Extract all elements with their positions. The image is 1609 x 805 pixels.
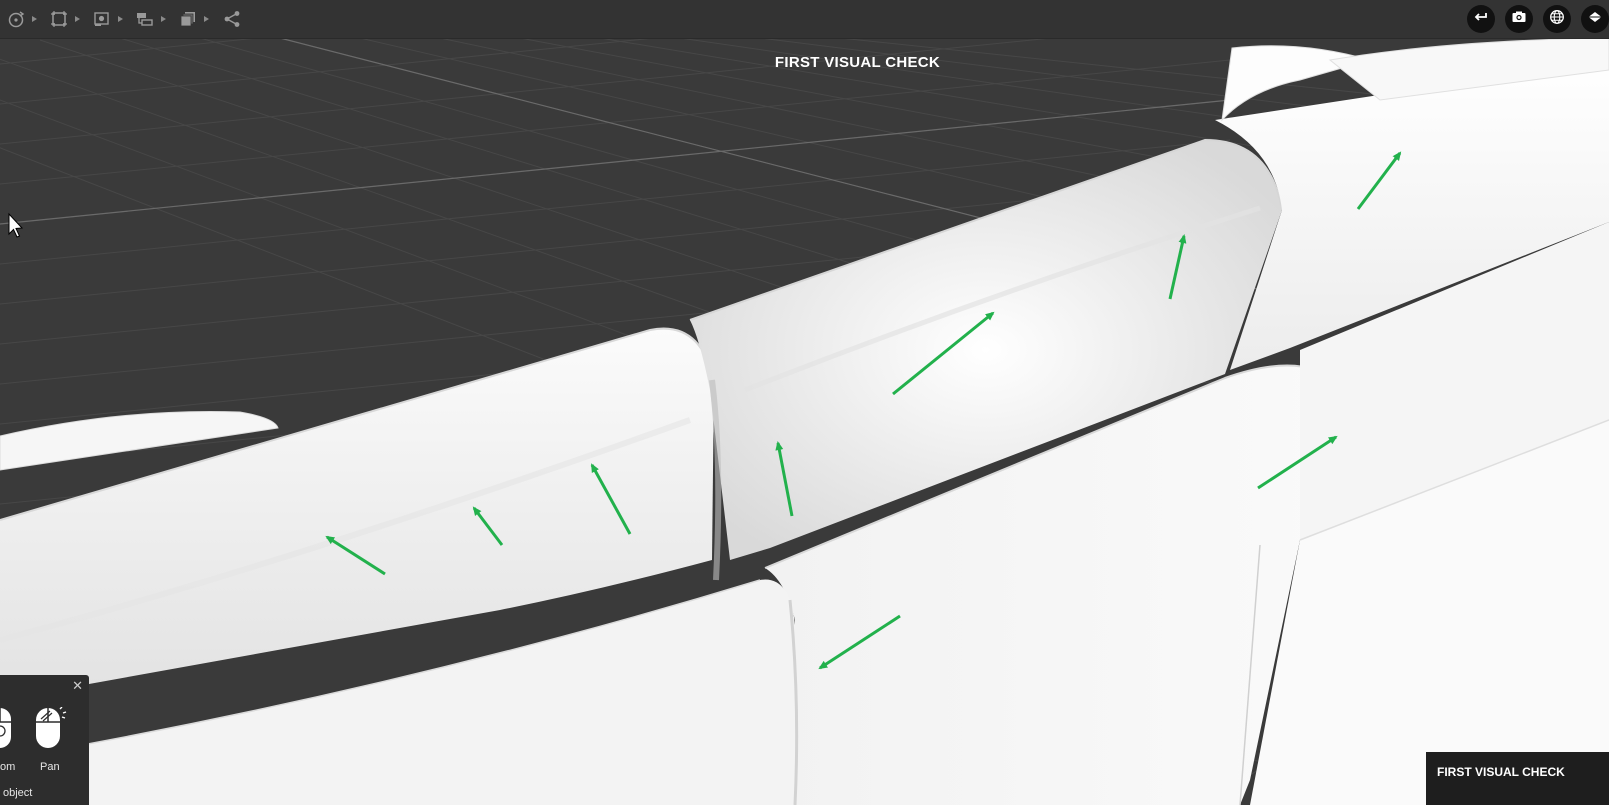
share-tool[interactable]	[222, 9, 242, 29]
globe-icon	[1549, 9, 1565, 30]
top-toolbar	[0, 0, 1609, 39]
scene-canvas	[0, 38, 1609, 805]
close-icon[interactable]: ✕	[72, 678, 83, 694]
ground-plane-icon	[1587, 9, 1603, 30]
screenshot-button[interactable]	[1505, 5, 1533, 33]
controls-help-panel: ✕ om Pan object	[0, 675, 89, 805]
frame-tool[interactable]	[49, 9, 80, 29]
frame-menu-caret[interactable]	[75, 16, 80, 22]
3d-viewport[interactable]	[0, 38, 1609, 805]
camera-menu-caret[interactable]	[118, 16, 123, 22]
mouse-zoom-icon	[0, 707, 12, 754]
hierarchy-tool[interactable]	[135, 9, 166, 29]
share-icon[interactable]	[222, 9, 242, 29]
orbit-tool[interactable]	[6, 9, 37, 29]
environment-button[interactable]	[1543, 5, 1571, 33]
status-label: FIRST VISUAL CHECK	[1437, 765, 1565, 779]
mouse-pan-icon	[35, 706, 67, 754]
scene-title: FIRST VISUAL CHECK	[774, 54, 941, 71]
view-mode-button[interactable]	[1581, 5, 1609, 33]
orbit-icon[interactable]	[6, 9, 26, 29]
hierarchy-menu-caret[interactable]	[161, 16, 166, 22]
orbit-menu-caret[interactable]	[32, 16, 37, 22]
hierarchy-icon[interactable]	[135, 9, 155, 29]
layers-icon[interactable]	[178, 9, 198, 29]
undo-button[interactable]	[1467, 5, 1495, 33]
camera-tool[interactable]	[92, 9, 123, 29]
layers-menu-caret[interactable]	[204, 16, 209, 22]
camera-icon	[1511, 9, 1527, 30]
undo-icon	[1473, 9, 1489, 30]
frame-icon[interactable]	[49, 9, 69, 29]
camera-view-icon[interactable]	[92, 9, 112, 29]
object-label: object	[3, 787, 33, 799]
layers-tool[interactable]	[178, 9, 209, 29]
status-box: FIRST VISUAL CHECK	[1426, 752, 1609, 805]
pan-label: Pan	[40, 761, 60, 773]
zoom-label: om	[0, 761, 16, 773]
